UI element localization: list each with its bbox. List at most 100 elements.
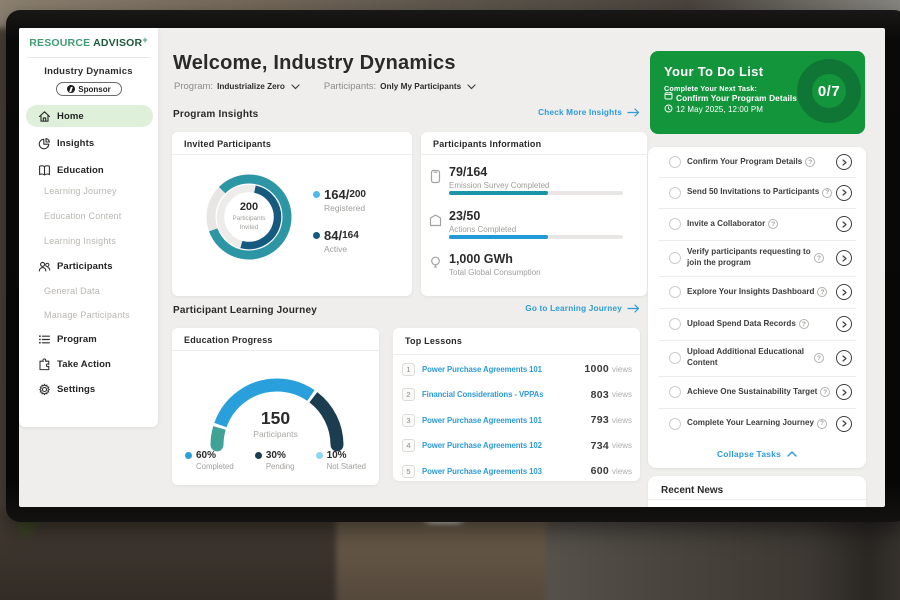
task-checkbox[interactable] (669, 156, 681, 168)
sidebar-item-program[interactable]: Program (26, 328, 153, 350)
task-checkbox[interactable] (669, 418, 681, 430)
sidebar-subitem-education-content[interactable]: Education Content (44, 211, 121, 221)
lesson-views-count: 1000 (584, 363, 609, 375)
task-checkbox[interactable] (669, 252, 681, 264)
task-go-button[interactable] (836, 250, 852, 266)
help-icon[interactable]: ? (814, 353, 824, 363)
lesson-link[interactable]: Financial Considerations - VPPAs (422, 390, 543, 399)
chevron-down-icon[interactable] (291, 84, 300, 90)
participants-filter-label: Participants: (324, 81, 376, 92)
todo-summary-card: Your To Do List Complete Your Next Task:… (650, 51, 865, 134)
lesson-views-suffix: views (612, 416, 632, 425)
sidebar-subitem-manage-participants[interactable]: Manage Participants (44, 310, 130, 320)
todo-next-task: Confirm Your Program Details (676, 93, 797, 103)
top-lessons-title: Top Lessons (405, 336, 462, 346)
sidebar-item-insights[interactable]: Insights (26, 132, 153, 154)
legend-dot-pending (255, 452, 262, 459)
task-row: Achieve One Sustainability Target? (648, 376, 866, 408)
lesson-link[interactable]: Power Purchase Agreements 103 (422, 467, 542, 476)
lesson-views-count: 734 (591, 440, 609, 452)
program-filter-value[interactable]: Industrialize Zero (217, 82, 285, 91)
insights-icon (38, 137, 51, 150)
task-label: Send 50 Invitations to Participants (687, 187, 819, 198)
help-icon[interactable]: ? (805, 157, 815, 167)
task-go-button[interactable] (836, 216, 852, 232)
task-row: Upload Additional Educational Content? (648, 340, 866, 376)
help-icon[interactable]: ? (817, 419, 827, 429)
donut-center-label: 200 ParticipantsInvited (194, 162, 304, 272)
dashboard-screen: RESOURCE ADVISOR+ Industry Dynamics Spon… (19, 28, 885, 507)
lesson-views-count: 793 (591, 414, 609, 426)
help-icon[interactable]: ? (768, 219, 778, 229)
task-label: Complete Your Learning Journey (687, 418, 814, 429)
actions-icon (428, 213, 443, 228)
task-go-button[interactable] (836, 416, 852, 432)
collapse-tasks-link[interactable]: Collapse Tasks (648, 449, 866, 459)
task-checkbox[interactable] (669, 318, 681, 330)
task-go-button[interactable] (836, 284, 852, 300)
home-icon (38, 110, 51, 123)
help-icon[interactable]: ? (820, 387, 830, 397)
task-go-button[interactable] (836, 316, 852, 332)
task-row: Confirm Your Program Details? (648, 147, 866, 177)
todo-subtitle: Complete Your Next Task: (664, 84, 757, 93)
lesson-views-suffix: views (612, 467, 632, 476)
help-icon[interactable]: ? (822, 188, 832, 198)
lesson-views-count: 803 (591, 389, 609, 401)
task-checkbox[interactable] (669, 386, 681, 398)
legend-dot-not-started (316, 452, 323, 459)
actions-progress-bar (449, 235, 623, 239)
task-row: Invite a Collaborator? (648, 208, 866, 240)
take-action-icon (38, 358, 51, 371)
sidebar-item-home[interactable]: Home (26, 105, 153, 127)
participants-filter-value[interactable]: Only My Participants (380, 82, 461, 91)
legend-dot-active (313, 232, 320, 239)
card-divider (172, 350, 379, 351)
chevron-down-icon[interactable] (467, 84, 476, 90)
help-icon[interactable]: ? (814, 253, 824, 263)
task-checkbox[interactable] (669, 352, 681, 364)
monitor-bezel: RESOURCE ADVISOR+ Industry Dynamics Spon… (6, 10, 900, 522)
task-go-button[interactable] (836, 154, 852, 170)
arrow-right-icon (627, 108, 640, 117)
lesson-link[interactable]: Power Purchase Agreements 102 (422, 441, 542, 450)
legend-pending: 30% Pending (255, 450, 295, 471)
task-go-button[interactable] (836, 350, 852, 366)
task-checkbox[interactable] (669, 187, 681, 199)
lesson-rank: 5 (402, 465, 415, 478)
logo-divider (27, 57, 150, 58)
task-label: Explore Your Insights Dashboard (687, 287, 814, 298)
lesson-link[interactable]: Power Purchase Agreements 101 (422, 416, 542, 425)
task-label: Invite a Collaborator (687, 219, 765, 230)
sidebar-item-settings[interactable]: Settings (26, 378, 153, 400)
help-icon[interactable]: ? (799, 319, 809, 329)
legend-active: 84/164 Active (313, 228, 366, 254)
sidebar-item-participants[interactable]: Participants (26, 255, 153, 277)
education-progress-card: Education Progress 150 Participants (172, 328, 379, 485)
go-to-learning-journey-link[interactable]: Go to Learning Journey (525, 304, 640, 313)
sponsor-badge[interactable]: Sponsor (56, 82, 122, 96)
lesson-link[interactable]: Power Purchase Agreements 101 (422, 365, 542, 374)
lesson-rank: 4 (402, 439, 415, 452)
resource-advisor-logo: RESOURCE ADVISOR+ (19, 35, 158, 49)
program-icon (38, 333, 51, 346)
lesson-rank: 1 (402, 363, 415, 376)
sidebar-subitem-general-data[interactable]: General Data (44, 286, 100, 296)
sidebar-subitem-learning-insights[interactable]: Learning Insights (44, 236, 116, 246)
sidebar-item-take-action[interactable]: Take Action (26, 353, 153, 375)
sidebar-subitem-learning-journey[interactable]: Learning Journey (44, 186, 117, 196)
task-checkbox[interactable] (669, 286, 681, 298)
org-name: Industry Dynamics (19, 66, 158, 77)
task-go-button[interactable] (836, 384, 852, 400)
lesson-row: 2Financial Considerations - VPPAs803view… (402, 382, 632, 407)
task-label: Upload Additional Educational Content (687, 347, 811, 369)
sidebar-item-education[interactable]: Education (26, 159, 153, 181)
task-row: Verify participants requesting to join t… (648, 240, 866, 276)
recent-news-card: Recent News (648, 476, 866, 507)
help-icon[interactable]: ? (817, 287, 827, 297)
task-checkbox[interactable] (669, 218, 681, 230)
lesson-rank: 3 (402, 414, 415, 427)
task-go-button[interactable] (836, 185, 852, 201)
check-more-insights-link[interactable]: Check More Insights (538, 108, 640, 117)
todo-title: Your To Do List (664, 64, 763, 79)
